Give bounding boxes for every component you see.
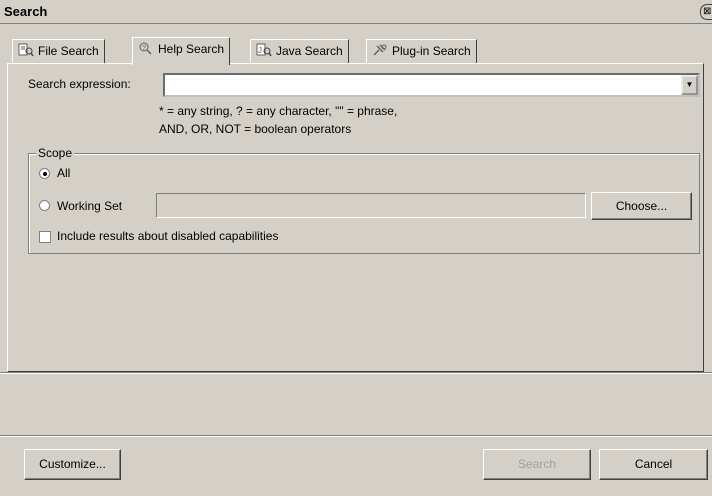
scope-all-radio[interactable] <box>39 168 50 179</box>
search-expression-combo[interactable]: ▼ <box>163 73 700 97</box>
scope-legend: Scope <box>36 146 75 160</box>
working-set-field <box>156 193 586 218</box>
search-button[interactable]: Search <box>483 449 591 480</box>
include-disabled-checkbox[interactable] <box>39 231 51 243</box>
choose-button[interactable]: Choose... <box>591 192 692 220</box>
separator <box>0 372 712 374</box>
customize-button[interactable]: Customize... <box>24 449 121 480</box>
search-expression-label: Search expression: <box>28 77 131 91</box>
tab-help-search[interactable]: ? Help Search <box>132 37 231 65</box>
java-search-icon: J <box>256 43 272 57</box>
search-hint-line1: * = any string, ? = any character, "" = … <box>159 104 398 118</box>
tab-java-search[interactable]: J Java Search <box>250 39 349 64</box>
search-hint-line2: AND, OR, NOT = boolean operators <box>159 122 352 136</box>
tab-java-search-label: Java Search <box>276 44 343 58</box>
scope-all-label[interactable]: All <box>57 166 70 180</box>
tab-plugin-search[interactable]: Plug-in Search <box>366 39 477 64</box>
cancel-button[interactable]: Cancel <box>599 449 708 480</box>
dropdown-arrow-icon[interactable]: ▼ <box>681 75 698 95</box>
window-title: Search <box>4 4 48 19</box>
help-search-icon: ? <box>138 41 154 55</box>
search-expression-input[interactable] <box>165 75 675 95</box>
tab-file-search-label: File Search <box>38 44 99 58</box>
svg-text:J: J <box>258 46 262 55</box>
separator <box>0 435 712 437</box>
tab-plugin-search-label: Plug-in Search <box>392 44 471 58</box>
svg-text:?: ? <box>142 45 146 52</box>
plugin-search-icon <box>372 43 388 57</box>
tab-file-search[interactable]: File Search <box>12 39 105 64</box>
close-button[interactable]: ⊠ <box>700 4 712 20</box>
tab-help-search-label: Help Search <box>158 42 225 56</box>
include-disabled-label[interactable]: Include results about disabled capabilit… <box>57 229 278 243</box>
scope-working-set-radio[interactable] <box>39 200 50 211</box>
scope-working-set-label[interactable]: Working Set <box>57 199 122 213</box>
title-bar <box>0 0 712 24</box>
file-search-icon <box>18 43 34 57</box>
radio-selected-dot <box>43 172 47 176</box>
